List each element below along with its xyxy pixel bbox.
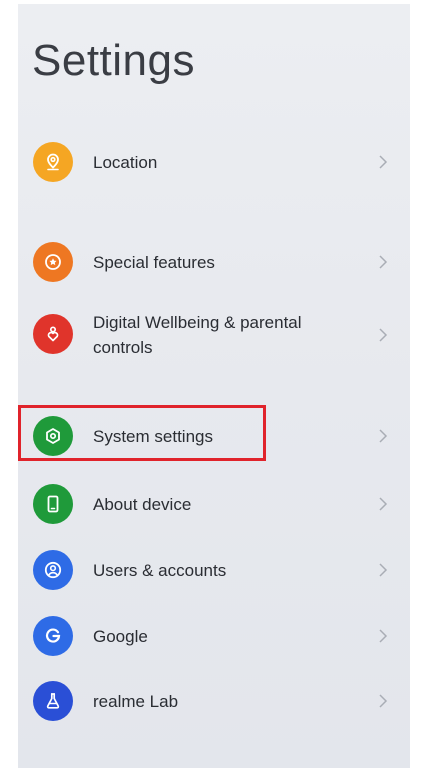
chevron-right-icon [379, 497, 388, 511]
settings-item-special-features[interactable]: Special features [18, 242, 410, 282]
settings-item-digital-wellbeing[interactable]: Digital Wellbeing & parental controls [18, 310, 410, 360]
phone-icon [33, 484, 73, 524]
settings-item-label: realme Lab [93, 692, 179, 711]
page-title: Settings [32, 36, 195, 85]
user-circle-icon [33, 550, 73, 590]
chevron-right-icon [379, 629, 388, 643]
settings-item-users-accounts[interactable]: Users & accounts [18, 550, 410, 590]
settings-item-about-device[interactable]: About device [18, 484, 410, 524]
settings-item-label: Location [93, 153, 158, 172]
settings-item-realme-lab[interactable]: realme Lab [18, 681, 410, 721]
settings-item-label: Users & accounts [93, 561, 227, 580]
heart-person-icon [33, 314, 73, 354]
chevron-right-icon [379, 155, 388, 169]
settings-item-label: About device [93, 495, 192, 514]
location-pin-icon [33, 142, 73, 182]
chevron-right-icon [379, 328, 388, 342]
settings-item-google[interactable]: Google [18, 616, 410, 656]
google-g-icon [33, 616, 73, 656]
chevron-right-icon [379, 429, 388, 443]
star-badge-icon [33, 242, 73, 282]
chevron-right-icon [379, 563, 388, 577]
chevron-right-icon [379, 255, 388, 269]
settings-item-label: Digital Wellbeing & parental controls [93, 313, 302, 357]
flask-icon [33, 681, 73, 721]
chevron-right-icon [379, 694, 388, 708]
settings-item-label: Google [93, 627, 148, 646]
highlight-box [18, 405, 266, 461]
settings-screen: Settings Location Special features Digit… [18, 4, 410, 768]
settings-item-label: Special features [93, 253, 215, 272]
settings-item-location[interactable]: Location [18, 142, 410, 182]
